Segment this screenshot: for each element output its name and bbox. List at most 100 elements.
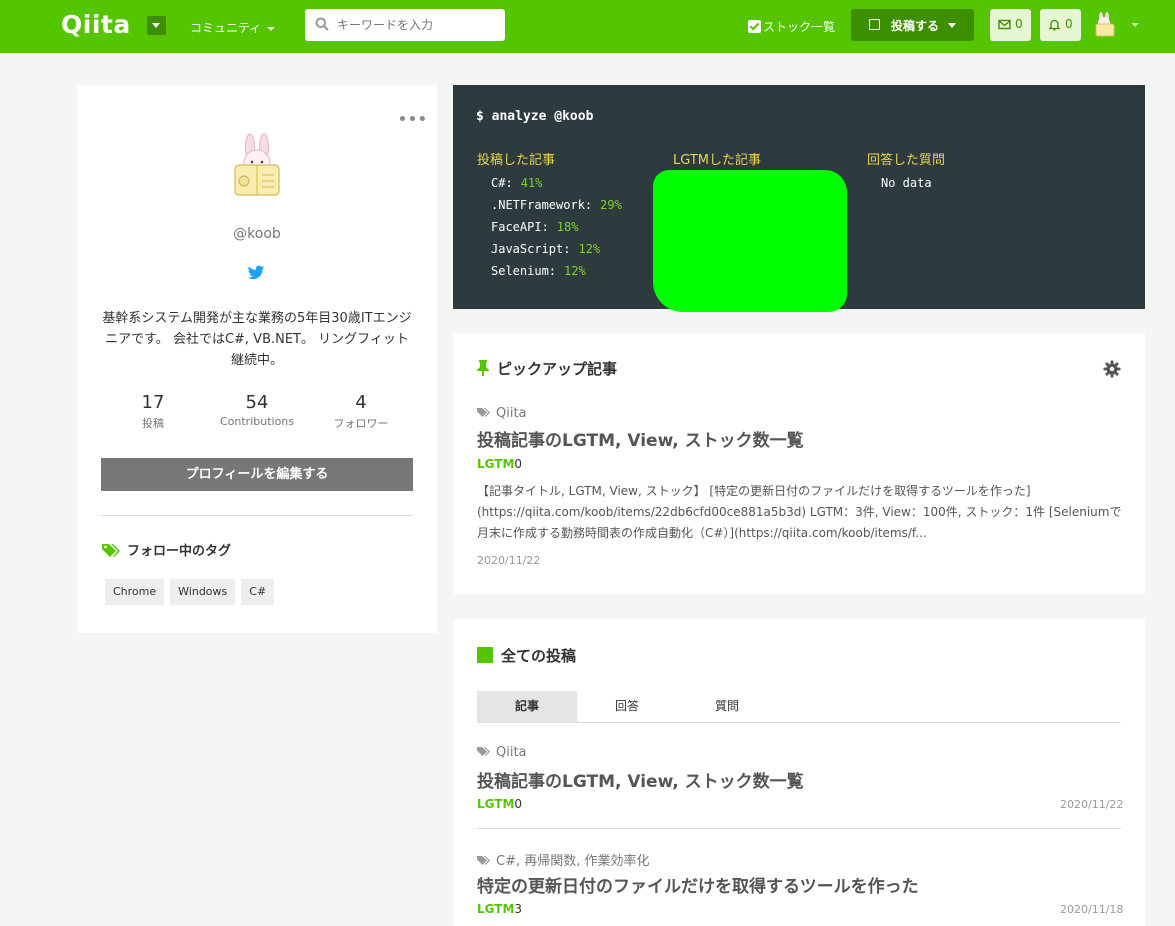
pickup-heading: ピックアップ記事 xyxy=(477,358,617,379)
profile-avatar xyxy=(234,133,280,196)
article-title-link[interactable]: 投稿記事のLGTM, View, ストック数一覧 xyxy=(477,767,804,792)
stat-number: 4 xyxy=(355,392,367,413)
article-tags[interactable]: Qiita xyxy=(477,745,527,760)
edit-icon xyxy=(869,19,880,30)
notification-count: 0 xyxy=(1065,17,1073,31)
pickup-heading-label: ピックアップ記事 xyxy=(497,360,618,378)
lgtm-label: LGTM xyxy=(477,902,515,916)
article-tags-text: Qiita xyxy=(496,406,527,421)
username: @koob xyxy=(233,226,281,242)
answered-questions-heading: 回答した質問 xyxy=(867,153,946,168)
qiita-logo[interactable]: Qiita xyxy=(61,10,131,39)
profile-card: ••• @koob 基幹系システム開発が主な業務の5年目30歳ITエンジニアです… xyxy=(77,85,437,633)
redaction-scribble xyxy=(653,170,847,312)
lgtm-number: 3 xyxy=(514,902,523,916)
lgtm-number: 0 xyxy=(514,457,523,471)
language-stat: JavaScript: 12% xyxy=(491,242,622,264)
lgtm-count: LGTM0 xyxy=(477,797,522,811)
community-label: コミュニティ xyxy=(190,21,262,35)
more-options-icon[interactable]: ••• xyxy=(398,112,428,128)
notification-button[interactable]: 0 xyxy=(1040,9,1081,41)
pin-icon xyxy=(477,360,489,376)
language-percent: 12% xyxy=(578,242,601,256)
stock-list-link[interactable]: ストック一覧 xyxy=(748,18,835,35)
search-box[interactable] xyxy=(305,9,505,41)
divider xyxy=(101,515,413,516)
stat-followers[interactable]: 4 フォロワー xyxy=(311,392,411,431)
article-date: 2020/11/18 xyxy=(1060,903,1124,916)
post-button-label: 投稿する xyxy=(891,19,940,33)
twitter-icon[interactable] xyxy=(247,265,265,281)
edit-profile-button[interactable]: プロフィールを編集する xyxy=(101,458,413,491)
language-stat: FaceAPI: 18% xyxy=(491,220,622,242)
post-type-tabs: 記事 回答 質問 xyxy=(477,691,1121,723)
article-title-link[interactable]: 特定の更新日付のファイルだけを取得するツールを作った xyxy=(477,872,919,897)
stat-number: 54 xyxy=(245,392,269,413)
search-icon xyxy=(315,17,329,31)
following-tags-label: フォロー中のタグ xyxy=(127,544,232,559)
article-date: 2020/11/22 xyxy=(477,554,541,567)
logo-dropdown-button[interactable] xyxy=(147,16,166,35)
language-percent: 29% xyxy=(600,198,622,212)
tab-answers[interactable]: 回答 xyxy=(577,691,677,722)
tab-questions[interactable]: 質問 xyxy=(677,691,777,722)
tag-chip[interactable]: Chrome xyxy=(105,579,165,605)
tag-chip[interactable]: C# xyxy=(241,579,275,605)
article-tags-text: C#, 再帰関数, 作業効率化 xyxy=(496,854,650,869)
article-excerpt: 【記事タイトル, LGTM, View, ストック】 [特定の更新日付のファイル… xyxy=(477,484,1122,540)
square-icon xyxy=(477,647,493,663)
article-tags[interactable]: C#, 再帰関数, 作業効率化 xyxy=(477,850,650,869)
language-percent: 41% xyxy=(520,176,543,190)
analyze-panel: $ analyze @koob 投稿した記事 C#: 41% .NETFramew… xyxy=(453,85,1145,312)
pickup-article-card: ピックアップ記事 Qiita 投稿記事のLGTM, View, ストック数一覧 … xyxy=(453,333,1145,594)
gear-icon[interactable] xyxy=(1103,360,1121,378)
lgtm-count: LGTM0 xyxy=(477,457,522,471)
tab-articles[interactable]: 記事 xyxy=(477,691,577,722)
lgtm-label: LGTM xyxy=(477,457,515,471)
posted-articles-heading: 投稿した記事 xyxy=(477,153,556,168)
user-avatar[interactable] xyxy=(1092,12,1118,38)
mail-button[interactable]: 0 xyxy=(990,9,1031,41)
search-input[interactable] xyxy=(337,15,497,35)
stat-contributions[interactable]: 54 Contributions xyxy=(207,392,307,428)
tag-icon xyxy=(477,408,490,417)
chevron-down-icon xyxy=(948,23,956,28)
stat-number: 17 xyxy=(141,392,165,413)
tag-chip[interactable]: Windows xyxy=(170,579,236,605)
tag-icon xyxy=(477,747,490,756)
article-tags[interactable]: Qiita xyxy=(477,406,527,421)
language-stat: C#: 41% xyxy=(491,176,622,198)
stat-posts[interactable]: 17 投稿 xyxy=(103,392,203,431)
language-percent: 18% xyxy=(556,220,579,234)
all-posts-heading-label: 全ての投稿 xyxy=(501,647,577,665)
article-tags-text: Qiita xyxy=(496,745,527,760)
all-posts-heading: 全ての投稿 xyxy=(477,645,576,666)
lgtm-label: LGTM xyxy=(477,797,515,811)
stock-list-label: ストック一覧 xyxy=(763,20,836,34)
chevron-down-icon xyxy=(267,26,276,31)
check-icon xyxy=(748,20,761,33)
chevron-down-icon[interactable] xyxy=(1131,23,1139,27)
global-header: Qiita コミュニティ ストック一覧 投稿する 0 0 xyxy=(0,0,1175,53)
all-posts-card: 全ての投稿 記事 回答 質問 Qiita 投稿記事のLGTM, View, スト… xyxy=(453,619,1145,926)
stat-label: フォロワー xyxy=(333,417,389,430)
lgtm-number: 0 xyxy=(514,797,523,811)
language-name: FaceAPI: xyxy=(491,220,549,234)
article-title-link[interactable]: 投稿記事のLGTM, View, ストック数一覧 xyxy=(477,426,804,451)
mail-count: 0 xyxy=(1015,17,1023,31)
answered-questions-column: 回答した質問 No data xyxy=(867,149,945,198)
tags-icon xyxy=(102,544,120,557)
language-name: C#: xyxy=(491,176,513,190)
analyze-command: $ analyze @koob xyxy=(476,109,594,124)
language-percent: 12% xyxy=(564,264,586,278)
following-tags-list: Chrome Windows C# xyxy=(105,579,280,605)
language-name: .NETFramework: xyxy=(491,198,593,212)
post-button[interactable]: 投稿する xyxy=(851,9,974,41)
posted-articles-column: 投稿した記事 C#: 41% .NETFramework: 29% FaceAPI:… xyxy=(477,149,622,286)
community-menu[interactable]: コミュニティ xyxy=(190,19,276,36)
stat-label: Contributions xyxy=(219,415,295,428)
bell-icon xyxy=(1048,19,1061,31)
language-stat: .NETFramework: 29% xyxy=(491,198,622,220)
lgtm-articles-heading: LGTMした記事 xyxy=(673,153,762,168)
lgtm-count: LGTM3 xyxy=(477,902,522,916)
